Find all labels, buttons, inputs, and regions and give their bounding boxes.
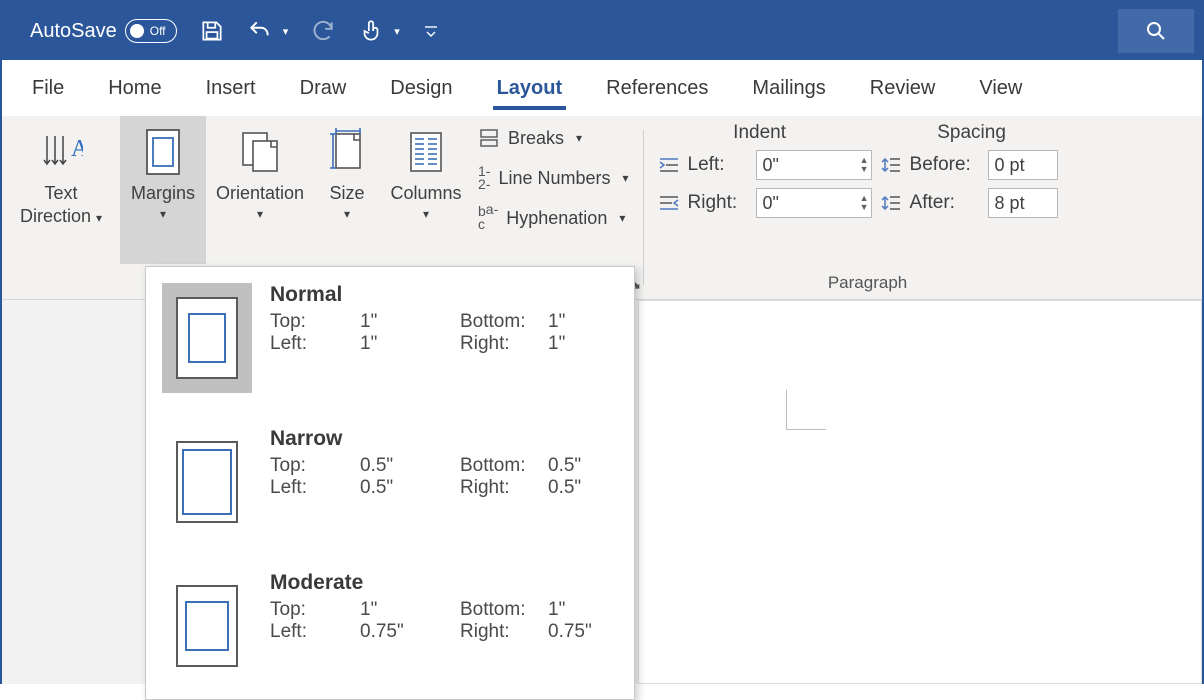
- indent-right-value: 0": [763, 193, 779, 214]
- margin-option-values: Left:0.5"Right:0.5": [270, 477, 618, 499]
- spacing-before-label: Before:: [910, 154, 980, 176]
- margin-option-values: Top:0.5"Bottom:0.5": [270, 455, 618, 477]
- spacing-header: Spacing: [937, 122, 1006, 144]
- tab-design[interactable]: Design: [368, 60, 474, 116]
- margin-corner-mark: [786, 390, 826, 430]
- line-numbers-icon: 1-2-: [478, 165, 490, 190]
- indent-left-value: 0": [763, 155, 779, 176]
- orientation-button[interactable]: Orientation ▾: [206, 116, 314, 264]
- size-icon: [323, 126, 371, 178]
- columns-button[interactable]: Columns ▾: [380, 116, 472, 264]
- margins-option-moderate[interactable]: Moderate Top:1"Bottom:1"Left:0.75"Right:0…: [146, 555, 634, 699]
- autosave-state: Off: [150, 24, 166, 38]
- text-direction-label: Text Direction ▾: [20, 182, 102, 227]
- ribbon-tabs: File Home Insert Draw Design Layout Refe…: [2, 60, 1202, 116]
- indent-right-input[interactable]: 0" ▲▼: [756, 188, 872, 218]
- size-button[interactable]: Size ▾: [314, 116, 380, 264]
- search-button[interactable]: [1118, 9, 1194, 53]
- indent-left-icon: [658, 155, 680, 175]
- touch-mode-icon[interactable]: [358, 18, 384, 44]
- tab-mailings[interactable]: Mailings: [730, 60, 847, 116]
- toggle-knob: [130, 24, 144, 38]
- indent-right-label: Right:: [688, 192, 748, 214]
- spinner-arrows[interactable]: ▲▼: [860, 151, 869, 179]
- spacing-before-input[interactable]: 0 pt: [988, 150, 1058, 180]
- chevron-down-icon: ▾: [257, 207, 263, 221]
- touch-mode-dropdown-icon[interactable]: ▾: [394, 25, 400, 38]
- text-direction-button[interactable]: A Text Direction ▾: [2, 116, 120, 264]
- redo-icon[interactable]: [310, 18, 336, 44]
- spinner-arrows[interactable]: ▲▼: [860, 189, 869, 217]
- margin-option-values: Left:1"Right:1": [270, 333, 618, 355]
- chevron-down-icon: ▾: [423, 207, 429, 221]
- orientation-icon: [236, 126, 284, 178]
- spacing-before-icon: [880, 155, 902, 175]
- indent-right-icon: [658, 193, 680, 213]
- text-direction-icon: A: [37, 126, 85, 178]
- hyphenation-icon: ba-c: [478, 205, 498, 230]
- spacing-after-label: After:: [910, 192, 980, 214]
- margins-dropdown: NormalTop:1"Bottom:1"Left:1"Right:1"Narr…: [145, 266, 635, 700]
- margin-option-values: Top:1"Bottom:1": [270, 599, 618, 621]
- spacing-after-icon: [880, 193, 902, 213]
- tab-view[interactable]: View: [957, 60, 1044, 116]
- columns-label: Columns: [390, 182, 461, 205]
- line-numbers-button[interactable]: 1-2- Line Numbers▾: [478, 162, 629, 194]
- tab-layout[interactable]: Layout: [475, 60, 585, 116]
- line-numbers-label: Line Numbers: [498, 168, 610, 189]
- margins-button[interactable]: Margins ▾: [120, 116, 206, 264]
- orientation-label: Orientation: [216, 182, 304, 205]
- spacing-after-input[interactable]: 8 pt: [988, 188, 1058, 218]
- size-label: Size: [329, 182, 364, 205]
- breaks-icon: [478, 127, 500, 149]
- save-icon[interactable]: [199, 18, 225, 44]
- margin-preview-icon: [162, 427, 252, 537]
- document-page[interactable]: [638, 300, 1202, 684]
- margin-option-title: Narrow: [270, 427, 618, 451]
- undo-icon[interactable]: [247, 18, 273, 44]
- customize-qat-icon[interactable]: [422, 18, 440, 44]
- quick-access-toolbar: ▾ ▾: [199, 18, 440, 44]
- tab-file[interactable]: File: [10, 60, 86, 116]
- hyphenation-button[interactable]: ba-c Hyphenation▾: [478, 202, 629, 234]
- autosave-toggle[interactable]: Off: [125, 19, 177, 43]
- indent-left-input[interactable]: 0" ▲▼: [756, 150, 872, 180]
- spacing-after-value: 8 pt: [995, 193, 1025, 214]
- tab-insert[interactable]: Insert: [184, 60, 278, 116]
- breaks-button[interactable]: Breaks▾: [478, 122, 629, 154]
- breaks-label: Breaks: [508, 128, 564, 149]
- margin-preview-icon: [162, 571, 252, 681]
- margins-icon: [139, 126, 187, 178]
- margin-option-values: Left:0.75"Right:0.75": [270, 621, 618, 643]
- title-bar: AutoSave Off ▾ ▾: [2, 2, 1202, 60]
- undo-dropdown-icon[interactable]: ▾: [283, 25, 289, 38]
- indent-left-label: Left:: [688, 154, 748, 176]
- autosave-label: AutoSave: [30, 20, 117, 43]
- tab-review[interactable]: Review: [848, 60, 958, 116]
- paragraph-group: Indent Spacing Left: 0" ▲▼ Before: 0 pt …: [648, 116, 1088, 299]
- margins-option-narrow[interactable]: Narrow Top:0.5"Bottom:0.5"Left:0.5"Right:…: [146, 411, 634, 555]
- margins-label: Margins: [131, 182, 195, 205]
- chevron-down-icon: ▾: [160, 207, 166, 221]
- chevron-down-icon: ▾: [344, 207, 350, 221]
- margin-option-title: Moderate: [270, 571, 618, 595]
- margin-option-values: Top:1"Bottom:1": [270, 311, 618, 333]
- margin-option-title: Normal: [270, 283, 618, 307]
- svg-text:A: A: [71, 136, 83, 162]
- tab-draw[interactable]: Draw: [278, 60, 369, 116]
- hyphenation-label: Hyphenation: [506, 208, 607, 229]
- margins-option-normal[interactable]: Normal Top:1"Bottom:1"Left:1"Right:1": [146, 267, 634, 411]
- margin-preview-icon: [162, 283, 252, 393]
- tab-references[interactable]: References: [584, 60, 730, 116]
- tab-home[interactable]: Home: [86, 60, 183, 116]
- search-icon: [1144, 19, 1168, 43]
- paragraph-group-caption: Paragraph: [648, 273, 1088, 293]
- spacing-before-value: 0 pt: [995, 155, 1025, 176]
- indent-header: Indent: [733, 122, 786, 144]
- columns-icon: [402, 126, 450, 178]
